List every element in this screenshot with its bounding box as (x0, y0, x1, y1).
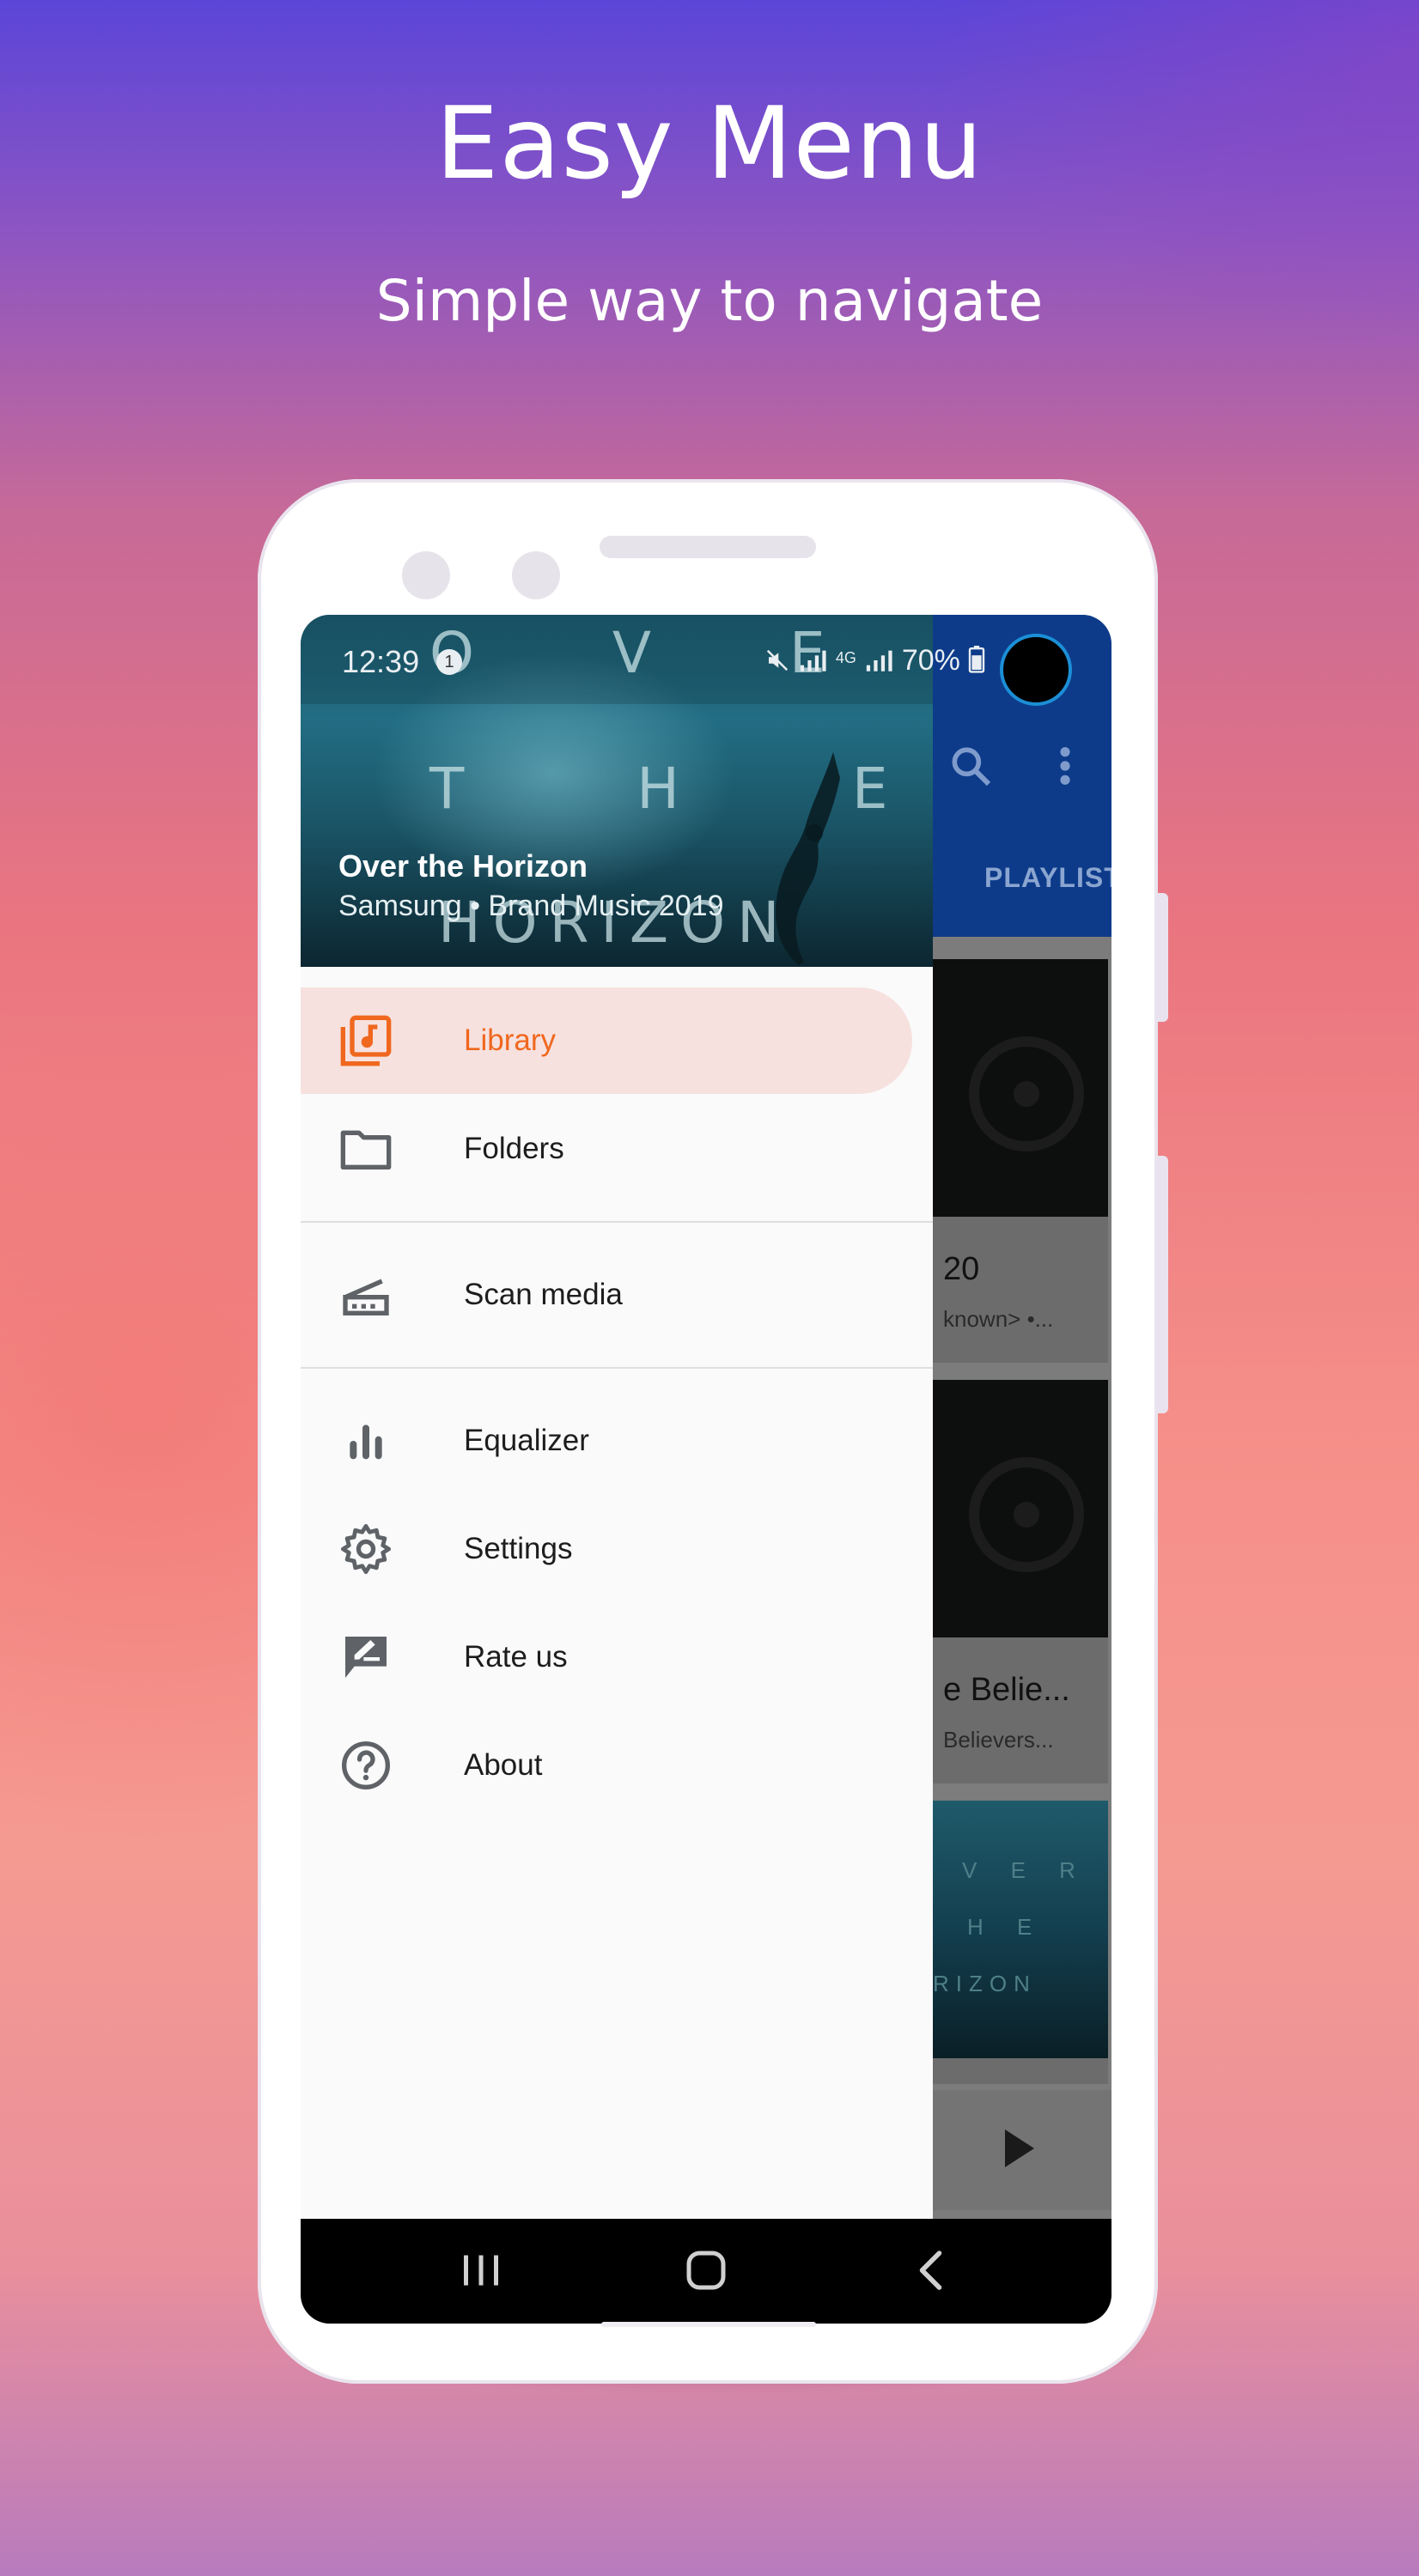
gear-icon (340, 1523, 392, 1575)
now-playing-meta: Samsung • Brand Music 2019 (338, 890, 724, 922)
scan-media-icon (343, 1279, 389, 1315)
front-sensor (402, 551, 450, 599)
drawer-item-rate-us[interactable]: Rate us (301, 1604, 933, 1710)
swimmer-silhouette (776, 752, 840, 965)
album-art-text: V E R (962, 1857, 1089, 1883)
more-vert-icon[interactable] (1055, 742, 1075, 790)
library-music-icon (340, 1015, 392, 1066)
drawer-item-label: Settings (464, 1532, 573, 1565)
album-title: e Belie... (943, 1672, 1070, 1708)
folder-icon (340, 1130, 392, 1170)
home-icon[interactable] (680, 2245, 732, 2296)
rate-review-icon (345, 1637, 387, 1678)
punch-hole-camera (1000, 634, 1072, 706)
recents-icon[interactable] (455, 2245, 507, 2296)
status-bar: 12:39 1 4G 70% (301, 615, 1111, 706)
tab-playlist[interactable]: PLAYLIST (984, 862, 1111, 894)
vinyl-icon (969, 1457, 1084, 1572)
power-button (1156, 1156, 1168, 1413)
album-art: V E R H E RIZON (933, 1801, 1108, 2058)
album-art (933, 1380, 1108, 1637)
bottom-bezel-line (601, 2322, 816, 2327)
status-indicators: 4G 70% (764, 644, 985, 677)
album-art-text: RIZON (933, 1971, 1037, 1996)
drawer-item-about[interactable]: About (301, 1712, 933, 1819)
promo-title: Easy Menu (435, 86, 984, 202)
back-icon[interactable] (907, 2245, 959, 2296)
volume-button (1156, 893, 1168, 1022)
vinyl-icon (969, 1036, 1084, 1151)
search-icon[interactable] (947, 742, 995, 790)
drawer-item-label: Folders (464, 1132, 564, 1165)
album-subtitle: Believers... (943, 1727, 1054, 1753)
play-icon[interactable] (1005, 2129, 1034, 2167)
notification-badge: 1 (436, 649, 462, 675)
drawer-item-label: About (464, 1748, 543, 1782)
album-title: 20 (943, 1251, 980, 1287)
front-camera (512, 551, 560, 599)
navigation-drawer: O V E R T H E HORIZON Over the Horizon S… (301, 615, 933, 2219)
drawer-item-scan-media[interactable]: Scan media (301, 1242, 933, 1348)
drawer-item-label: Rate us (464, 1640, 568, 1674)
help-circle-icon (342, 1741, 390, 1789)
signal-icon (867, 650, 892, 671)
phone-screen: PLAYLIST 20 known> •... e Belie... Belie… (301, 615, 1111, 2324)
mute-icon (766, 649, 789, 671)
network-type: 4G (835, 649, 856, 666)
divider (301, 1221, 933, 1223)
album-subtitle: known> •... (943, 1306, 1054, 1332)
album-art (933, 959, 1108, 1217)
signal-icon (801, 650, 827, 671)
divider (301, 1367, 933, 1369)
album-card[interactable]: V E R H E RIZON (933, 1801, 1108, 2084)
drawer-item-label: Scan media (464, 1278, 623, 1311)
drawer-item-library[interactable]: Library (301, 987, 912, 1094)
promo-subtitle: Simple way to navigate (375, 268, 1044, 334)
drawer-item-label: Equalizer (464, 1424, 589, 1457)
system-nav-bar (301, 2219, 1111, 2324)
mini-player[interactable] (933, 2090, 1111, 2210)
drawer-item-folders[interactable]: Folders (301, 1096, 933, 1202)
now-playing-title: Over the Horizon (338, 848, 588, 884)
status-time: 12:39 (342, 644, 420, 679)
album-card[interactable]: e Belie... Believers... (933, 1380, 1108, 1783)
equalizer-icon (350, 1425, 382, 1460)
earpiece-speaker (600, 536, 816, 558)
album-card[interactable]: 20 known> •... (933, 959, 1108, 1363)
battery-percent: 70% (901, 644, 960, 677)
drawer-item-equalizer[interactable]: Equalizer (301, 1388, 933, 1494)
drawer-item-settings[interactable]: Settings (301, 1496, 933, 1602)
drawer-item-label: Library (464, 1024, 556, 1057)
album-art-text: H E (967, 1914, 1046, 1940)
battery-icon (969, 646, 985, 673)
